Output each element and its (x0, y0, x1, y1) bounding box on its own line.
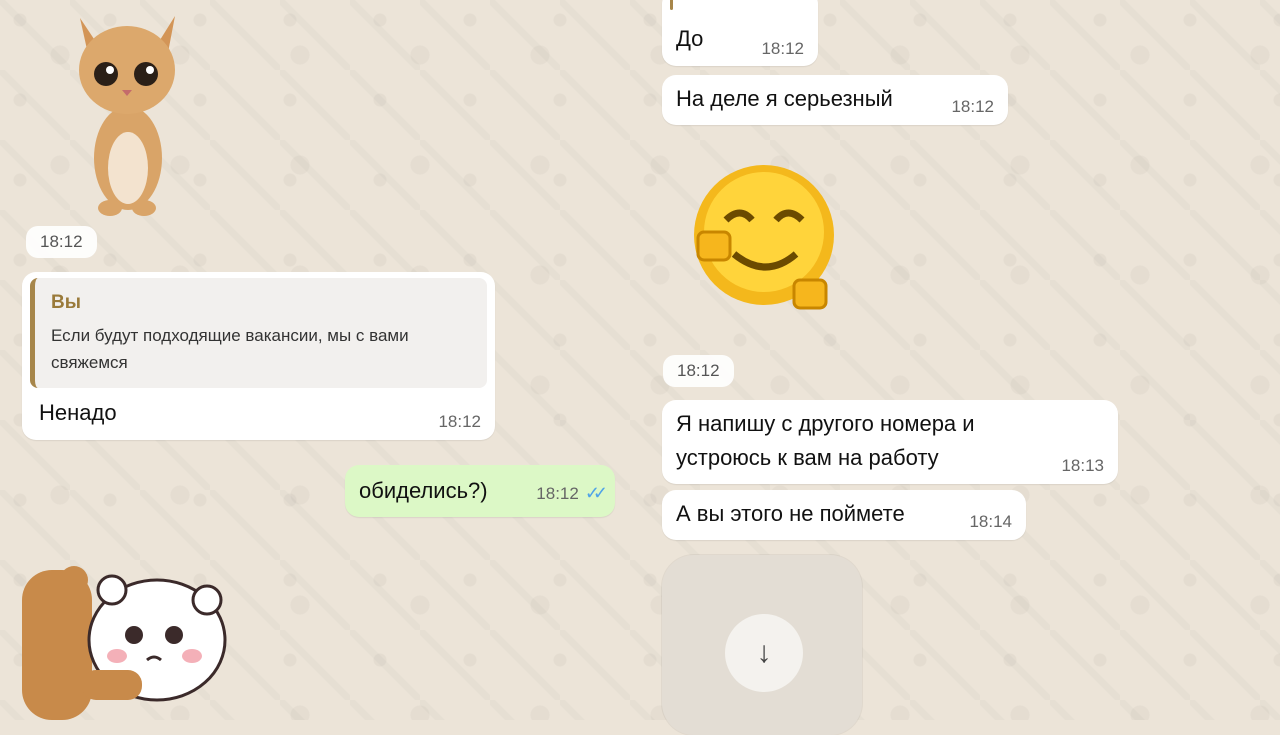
reply-message-bubble[interactable]: Вы Если будут подходящие вакансии, мы с … (22, 272, 495, 440)
smiley-sticker-timestamp: 18:12 (663, 355, 734, 387)
message-serious-text: На деле я серьезный (676, 86, 893, 111)
reply-message-time: 18:12 (438, 412, 481, 431)
message-do-text: До (676, 26, 704, 51)
quoted-message-author: Вы (51, 292, 81, 313)
quoted-message[interactable]: Вы Если будут подходящие вакансии, мы с … (30, 278, 487, 388)
message-wont-understand-bubble[interactable]: А вы этого не поймете 18:14 (662, 490, 1026, 540)
message-wont-understand-text: А вы этого не поймете (676, 501, 905, 526)
message-other-number-time: 18:13 (1061, 456, 1104, 475)
scroll-down-button[interactable]: ↓ (725, 614, 803, 692)
outgoing-message-time: 18:12 (536, 484, 579, 503)
reply-message-text: Ненадо (39, 400, 117, 425)
bears-hug-sticker[interactable] (22, 560, 232, 720)
quoted-message-text: Если будут подходящие вакансии, мы с вам… (51, 326, 409, 372)
message-serious-bubble[interactable]: На деле я серьезный 18:12 (662, 75, 1008, 125)
message-other-number-bubble[interactable]: Я напишу с другого номера и устроюсь к в… (662, 400, 1118, 484)
message-wont-understand-time: 18:14 (969, 512, 1012, 531)
outgoing-message-bubble[interactable]: обиделись?) 18:12 ✓✓ (345, 465, 615, 517)
sad-kitten-sticker[interactable] (70, 8, 180, 218)
cat-sticker-timestamp: 18:12 (26, 226, 97, 258)
read-ticks-icon: ✓✓ (584, 483, 608, 503)
message-do-time: 18:12 (761, 39, 804, 58)
scroll-down-panel: ↓ (662, 555, 862, 735)
pixel-smiley-sticker[interactable] (688, 162, 838, 312)
message-do-bubble[interactable]: До 18:12 (662, 0, 818, 66)
outgoing-message-meta: 18:12 ✓✓ (536, 483, 608, 504)
arrow-down-icon: ↓ (756, 636, 772, 669)
outgoing-message-text: обиделись?) (359, 478, 488, 503)
message-other-number-text: Я напишу с другого номера и устроюсь к в… (676, 411, 975, 470)
message-serious-time: 18:12 (951, 97, 994, 116)
quote-accent-bar (670, 0, 673, 10)
